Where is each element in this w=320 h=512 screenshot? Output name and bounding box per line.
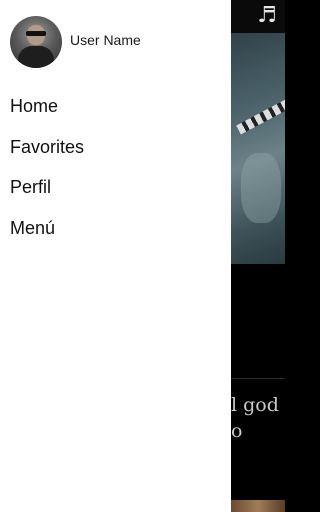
content-caption: l god o: [231, 394, 279, 442]
user-name: User Name: [70, 32, 141, 48]
featured-image: [231, 33, 285, 264]
image-detail: [241, 153, 281, 223]
avatar-glasses: [26, 31, 46, 36]
content-thumbnail: [231, 500, 285, 512]
user-avatar-icon[interactable]: [10, 16, 62, 68]
divider: [231, 378, 285, 379]
menu-item-perfil[interactable]: Perfil: [0, 167, 231, 208]
menu-item-favorites[interactable]: Favorites: [0, 127, 231, 168]
music-icon[interactable]: ♬: [257, 2, 277, 30]
drawer-menu: Home Favorites Perfil Menú: [0, 86, 231, 248]
menu-item-home[interactable]: Home: [0, 86, 231, 127]
menu-item-menu[interactable]: Menú: [0, 208, 231, 249]
navigation-drawer: User Name Home Favorites Perfil Menú: [0, 0, 231, 512]
image-detail: [236, 97, 285, 135]
avatar-body: [18, 46, 54, 68]
